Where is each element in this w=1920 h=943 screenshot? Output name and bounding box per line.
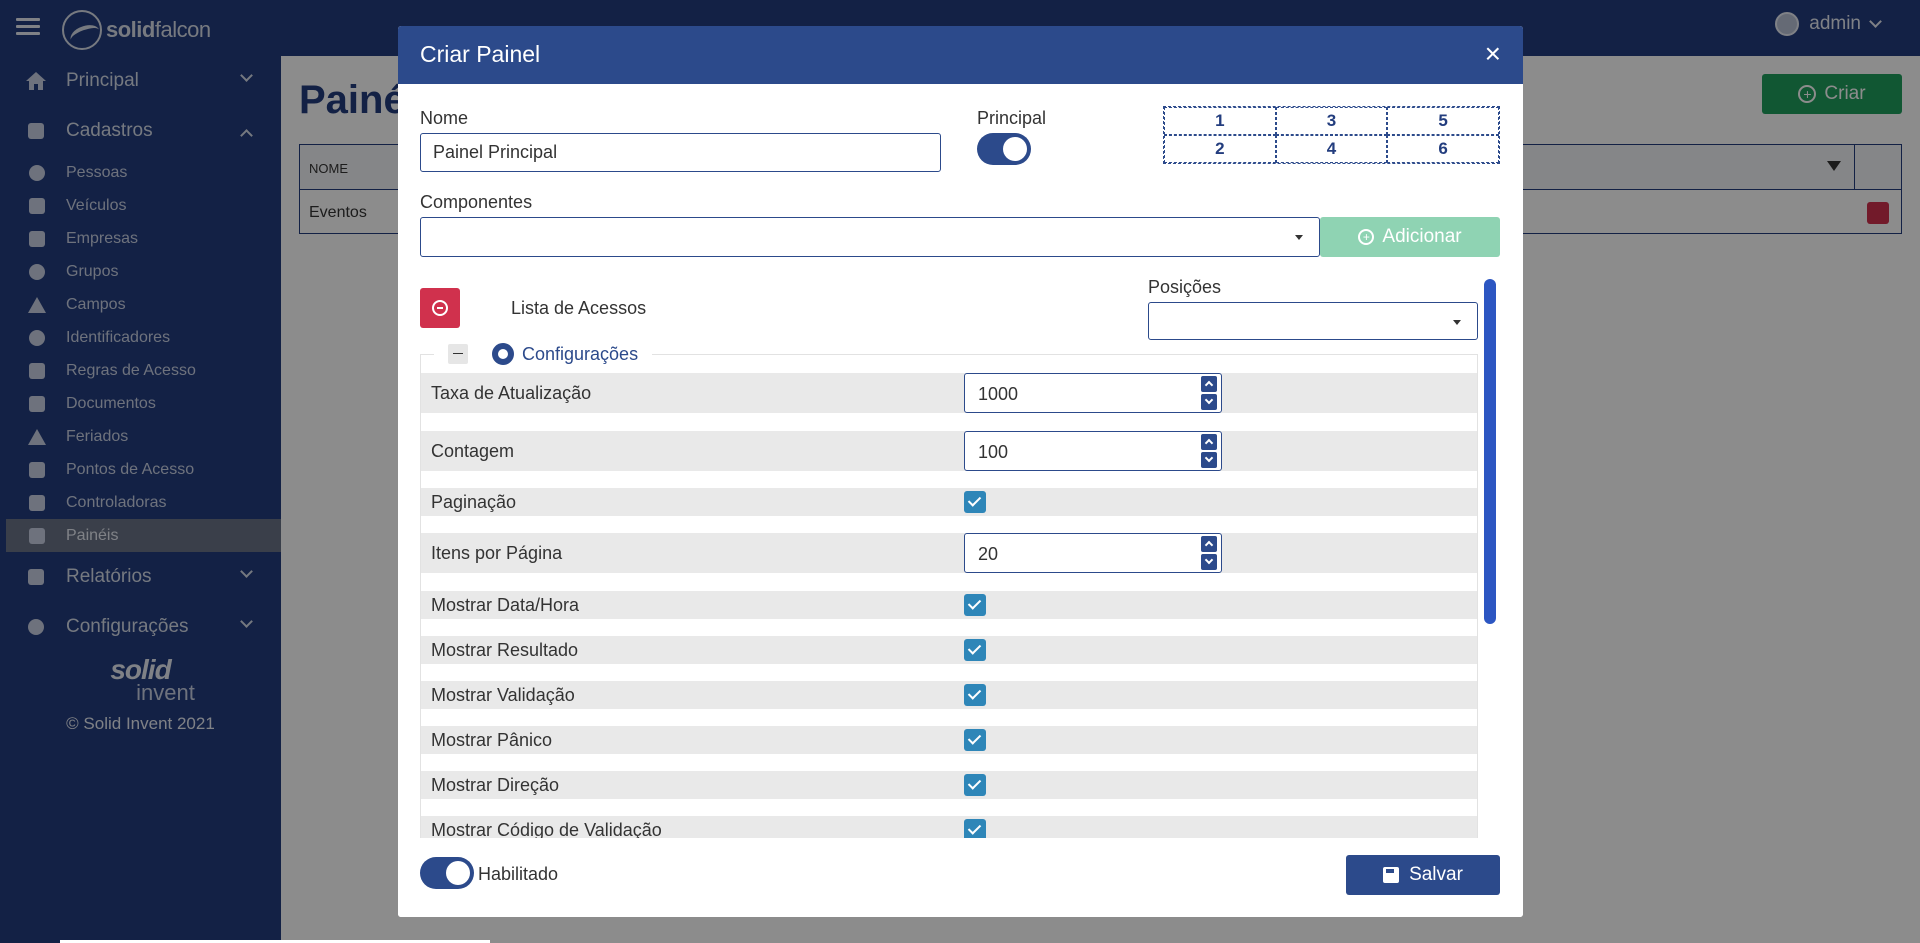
component-name: Lista de Acessos bbox=[511, 298, 647, 318]
configuracoes-legend: Configurações bbox=[434, 341, 653, 367]
habilitado-toggle[interactable] bbox=[420, 857, 474, 889]
principal-label: Principal bbox=[977, 108, 1047, 128]
modal-title: Criar Painel bbox=[420, 41, 541, 67]
caret-down-icon bbox=[1453, 320, 1461, 325]
habilitado-label: Habilitado bbox=[478, 864, 559, 884]
minus-circle-icon bbox=[432, 300, 448, 316]
posicoes-select[interactable] bbox=[1148, 302, 1478, 340]
remove-component-button[interactable] bbox=[420, 288, 460, 328]
mostrar-direcao-checkbox[interactable] bbox=[964, 774, 986, 796]
mostrar-resultado-checkbox[interactable] bbox=[964, 639, 986, 661]
paginacao-checkbox[interactable] bbox=[964, 491, 986, 513]
plus-circle-icon: + bbox=[1358, 229, 1375, 245]
mostrar-validacao-checkbox[interactable] bbox=[964, 684, 986, 706]
contagem-input[interactable]: 100 bbox=[964, 431, 1222, 471]
number-stepper[interactable] bbox=[1201, 434, 1217, 468]
posicoes-label: Posições bbox=[1148, 277, 1222, 297]
nome-input[interactable]: Painel Principal bbox=[420, 133, 941, 172]
stepper-down-icon bbox=[1201, 394, 1217, 410]
stepper-down-icon bbox=[1201, 452, 1217, 468]
save-icon bbox=[1383, 867, 1400, 883]
positions-grid: 1 3 5 2 4 6 bbox=[1163, 106, 1500, 164]
add-component-button[interactable]: + Adicionar bbox=[1320, 217, 1500, 257]
componentes-label: Componentes bbox=[420, 192, 533, 212]
position-cell[interactable]: 6 bbox=[1387, 135, 1499, 163]
caret-down-icon bbox=[1295, 235, 1303, 240]
position-cell[interactable]: 4 bbox=[1275, 135, 1388, 163]
position-cell[interactable]: 5 bbox=[1387, 107, 1499, 135]
stepper-down-icon bbox=[1201, 554, 1217, 570]
stepper-up-icon bbox=[1201, 376, 1217, 392]
position-cell[interactable]: 2 bbox=[1164, 135, 1276, 163]
gear-icon bbox=[492, 343, 514, 365]
principal-toggle[interactable] bbox=[977, 133, 1031, 165]
number-stepper[interactable] bbox=[1201, 536, 1217, 570]
stepper-up-icon bbox=[1201, 434, 1217, 450]
collapse-icon[interactable] bbox=[448, 344, 468, 364]
nome-label: Nome bbox=[420, 108, 469, 128]
mostrar-data-hora-checkbox[interactable] bbox=[964, 594, 986, 616]
stepper-up-icon bbox=[1201, 536, 1217, 552]
create-panel-modal: Criar Painel × Nome Painel Principal Pri… bbox=[398, 26, 1523, 917]
itens-por-pagina-input[interactable]: 20 bbox=[964, 533, 1222, 573]
taxa-atualizacao-input[interactable]: 1000 bbox=[964, 373, 1222, 413]
number-stepper[interactable] bbox=[1201, 376, 1217, 410]
modal-header: Criar Painel × bbox=[398, 26, 1523, 84]
close-icon[interactable]: × bbox=[1485, 40, 1501, 68]
position-cell[interactable]: 3 bbox=[1275, 107, 1388, 135]
configuracoes-fieldset: Taxa de Atualização 1000 Contagem 100 Pa… bbox=[420, 354, 1478, 864]
scrollbar[interactable] bbox=[1484, 279, 1496, 624]
position-cell[interactable]: 1 bbox=[1164, 107, 1276, 135]
componentes-select[interactable] bbox=[420, 217, 1320, 257]
mostrar-panico-checkbox[interactable] bbox=[964, 729, 986, 751]
save-button[interactable]: Salvar bbox=[1346, 855, 1500, 895]
